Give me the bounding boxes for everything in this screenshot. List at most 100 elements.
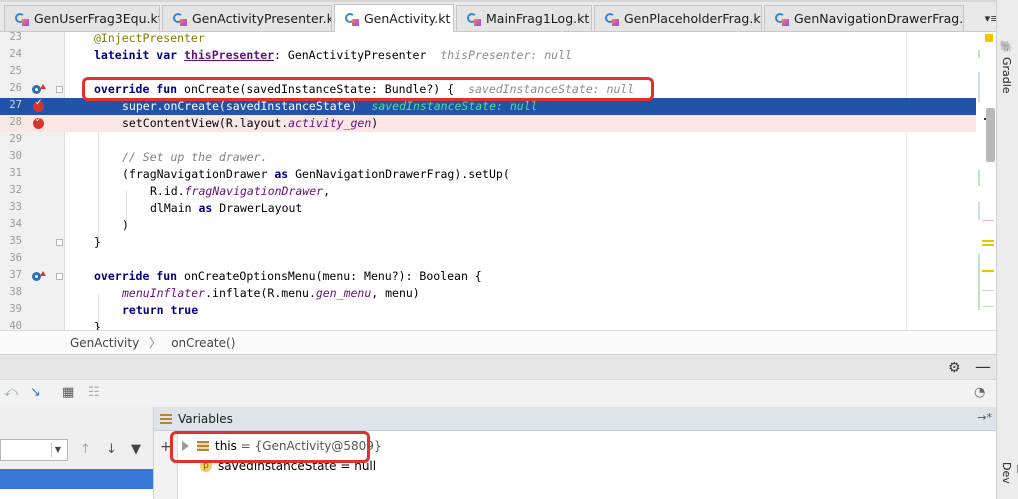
code-line-39[interactable]: 39 return true bbox=[0, 302, 996, 319]
tab-gennavigationdrawerfrag[interactable]: GenNavigationDrawerFrag.kt × bbox=[764, 5, 964, 31]
breakpoint-icon[interactable] bbox=[33, 115, 44, 129]
fold-marker-icon[interactable] bbox=[56, 273, 63, 280]
gradle-tool-button[interactable]: 🐘 Gradle bbox=[1000, 40, 1013, 94]
code-line-28-breakpoint[interactable]: 28 setContentView(R.layout.activity_gen) bbox=[0, 115, 996, 132]
pin-icon[interactable]: →* bbox=[977, 411, 992, 424]
tab-genplaceholderfrag[interactable]: GenPlaceholderFrag.kt × bbox=[594, 5, 762, 31]
arrow-down-icon[interactable]: ↓ bbox=[106, 442, 117, 457]
error-stripe[interactable] bbox=[976, 32, 996, 330]
breadcrumb-class[interactable]: GenActivity bbox=[70, 336, 139, 350]
line-number: 31 bbox=[9, 167, 22, 179]
debug-panel-header: ⚙ — bbox=[0, 354, 996, 379]
warning-marker-icon[interactable] bbox=[985, 34, 993, 42]
code-line-30[interactable]: 30 // Set up the drawer. bbox=[0, 149, 996, 166]
line-number: 30 bbox=[9, 150, 22, 162]
kotlin-file-icon bbox=[775, 12, 789, 26]
line-number: 38 bbox=[9, 286, 22, 298]
field-token: thisPresenter bbox=[184, 48, 275, 62]
line-number: 28 bbox=[9, 116, 22, 128]
line-number: 26 bbox=[9, 82, 22, 94]
code-editor[interactable]: 23 @InjectPresenter 24 lateinit var this… bbox=[0, 32, 996, 330]
code-line-37[interactable]: 37 override fun onCreateOptionsMenu(menu… bbox=[0, 268, 996, 285]
line-number: 25 bbox=[9, 65, 22, 77]
field-token: gen_menu bbox=[315, 286, 372, 300]
warning-marker bbox=[982, 244, 994, 246]
code-line-29[interactable]: 29 bbox=[0, 132, 996, 149]
line-code: ) bbox=[122, 218, 129, 232]
frame-row[interactable] bbox=[0, 489, 153, 499]
code-line-24[interactable]: 24 lateinit var thisPresenter: GenActivi… bbox=[0, 47, 996, 64]
line-code: dlMain as DrawerLayout bbox=[150, 201, 303, 215]
comment-token: // Set up the drawer. bbox=[122, 150, 268, 164]
code-line-32[interactable]: 32 R.id.fragNavigationDrawer, bbox=[0, 183, 996, 200]
breakpoint-icon[interactable] bbox=[33, 98, 44, 112]
code-line-31[interactable]: 31 (fragNavigationDrawer as GenNavigatio… bbox=[0, 166, 996, 183]
line-code: override fun onCreateOptionsMenu(menu: M… bbox=[94, 268, 482, 285]
tab-label: GenActivity.kt bbox=[364, 11, 451, 26]
code-line-23[interactable]: 23 @InjectPresenter bbox=[0, 32, 996, 47]
warning-marker bbox=[982, 270, 994, 272]
run-to-cursor-icon[interactable]: ↘ bbox=[30, 385, 41, 400]
variables-icon bbox=[160, 413, 172, 424]
line-code: return true bbox=[122, 302, 198, 319]
line-number: 34 bbox=[9, 218, 22, 230]
highlight-callout-oncreate bbox=[82, 77, 654, 101]
variables-title: Variables bbox=[178, 411, 233, 426]
line-code: setContentView(R.layout.activity_gen) bbox=[122, 116, 379, 130]
tab-genuserfrag3equ[interactable]: GenUserFrag3Equ.kt × bbox=[4, 5, 160, 31]
gear-icon[interactable]: ⚙ bbox=[948, 360, 961, 376]
variables-header: Variables →* bbox=[154, 407, 996, 431]
keyword-token: return true bbox=[122, 303, 199, 317]
editor-scrollbar-thumb[interactable] bbox=[986, 108, 995, 162]
code-line-35[interactable]: 35 } bbox=[0, 234, 996, 251]
kotlin-file-icon bbox=[467, 12, 481, 26]
code-line-40[interactable]: 40 } bbox=[0, 319, 996, 330]
thread-selector-dropdown[interactable]: ▼ bbox=[0, 439, 68, 461]
marker bbox=[982, 220, 994, 221]
drop-frame-icon[interactable]: ⤺ bbox=[4, 385, 18, 400]
code-line-38[interactable]: 38 menuInflater.inflate(R.menu.gen_menu,… bbox=[0, 285, 996, 302]
annotation-token: @InjectPresenter bbox=[94, 32, 205, 45]
highlight-callout-this-variable bbox=[170, 431, 370, 463]
tab-genactivity[interactable]: GenActivity.kt × bbox=[334, 4, 454, 32]
fold-marker-icon[interactable] bbox=[56, 86, 63, 93]
device-file-explorer-button[interactable]: ▯ Dev bbox=[1000, 462, 1018, 499]
trace-icon[interactable]: ☷ bbox=[88, 385, 100, 400]
line-number: 24 bbox=[9, 48, 22, 60]
line-number: 39 bbox=[9, 303, 22, 315]
change-marker bbox=[978, 72, 980, 102]
code-line-34[interactable]: 34 ) bbox=[0, 217, 996, 234]
line-number: 27 bbox=[9, 99, 22, 111]
elephant-icon: 🐘 bbox=[1000, 40, 1013, 54]
breadcrumb: GenActivity 〉 onCreate() bbox=[0, 330, 996, 354]
inline-debug-hint: savedInstanceState: null bbox=[371, 99, 538, 113]
override-gutter-icon[interactable] bbox=[32, 271, 46, 283]
arrow-up-icon[interactable]: ↑ bbox=[80, 442, 91, 457]
keyword-token: as bbox=[198, 201, 213, 215]
right-tool-strip: 🐘 Gradle ▯ Dev bbox=[996, 0, 1018, 499]
marker bbox=[982, 306, 994, 307]
tab-bar-top-border bbox=[0, 0, 1018, 2]
keyword-token: as bbox=[274, 167, 289, 181]
evaluate-expression-icon[interactable]: ▦ bbox=[62, 385, 74, 400]
selected-frame-row[interactable] bbox=[0, 469, 153, 489]
change-marker bbox=[978, 202, 980, 220]
code-line-36[interactable]: 36 bbox=[0, 251, 996, 268]
keyword-token: lateinit var bbox=[94, 48, 178, 62]
override-gutter-icon[interactable] bbox=[32, 84, 46, 96]
line-number: 40 bbox=[9, 320, 22, 330]
line-code: R.id.fragNavigationDrawer, bbox=[150, 184, 331, 198]
breadcrumb-method[interactable]: onCreate() bbox=[171, 336, 235, 350]
memory-gauge-icon[interactable]: ◔ bbox=[974, 385, 985, 400]
filter-icon[interactable]: ▼ bbox=[131, 442, 141, 457]
fold-marker-icon[interactable] bbox=[56, 239, 63, 246]
line-code: } bbox=[94, 320, 101, 330]
tab-genactivitypresenter[interactable]: GenActivityPresenter.kt × bbox=[162, 5, 332, 31]
keyword-token: override fun bbox=[94, 269, 178, 283]
tab-label: GenPlaceholderFrag.kt bbox=[624, 11, 762, 26]
change-marker bbox=[978, 50, 980, 58]
minimize-icon[interactable]: — bbox=[975, 357, 991, 376]
breadcrumb-separator: 〉 bbox=[149, 336, 162, 350]
tab-mainfrag1log[interactable]: MainFrag1Log.kt × bbox=[456, 5, 592, 31]
code-line-33[interactable]: 33 dlMain as DrawerLayout bbox=[0, 200, 996, 217]
